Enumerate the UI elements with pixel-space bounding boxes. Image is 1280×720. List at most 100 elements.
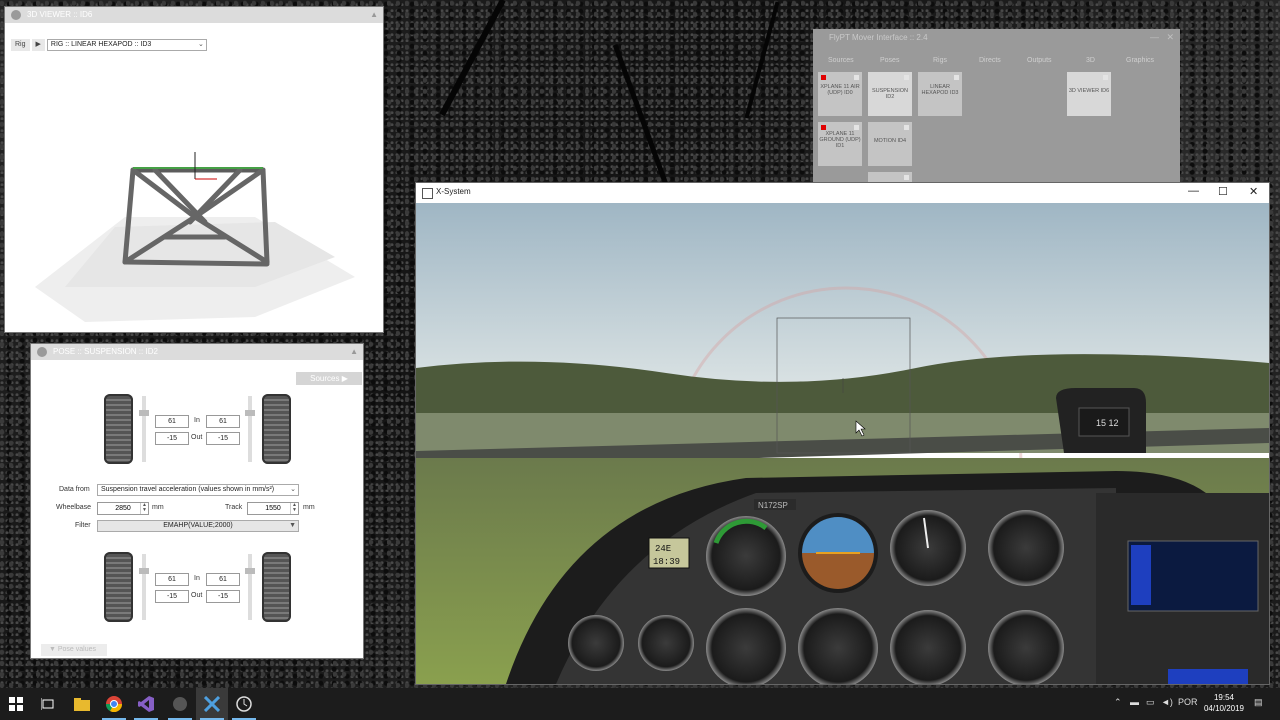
tile-3d-viewer[interactable]: 3D VIEWER ID6	[1067, 72, 1111, 116]
language-indicator[interactable]: POR	[1178, 697, 1198, 707]
viewer-title: 3D VIEWER :: ID6	[27, 10, 93, 19]
tab-poses[interactable]: Poses	[880, 57, 899, 64]
task-view-button[interactable]	[32, 688, 64, 720]
tile-toggle[interactable]	[904, 175, 909, 180]
front-right-slider[interactable]	[245, 396, 255, 462]
taskbar-clock-app[interactable]	[228, 688, 260, 720]
battery-icon[interactable]: ▬	[1130, 697, 1139, 707]
filter-label: Filter	[75, 522, 91, 529]
sources-button[interactable]: Sources ▶	[296, 372, 362, 385]
compass-reading: 15 12	[1096, 418, 1119, 428]
minimize-button[interactable]: —	[1188, 185, 1199, 197]
xsystem-title-bar[interactable]: X-System — ☐ ✕	[416, 183, 1269, 203]
tab-graphics[interactable]: Graphics	[1126, 57, 1154, 64]
track-unit: mm	[303, 504, 315, 511]
tab-directs[interactable]: Directs	[979, 57, 1001, 64]
wheelbase-input[interactable]: 2850 ▲ ▼	[97, 502, 149, 515]
viewer-title-bar[interactable]: 3D VIEWER :: ID6 ▲	[5, 7, 383, 23]
collapse-icon[interactable]: ▲	[370, 7, 378, 23]
tile-toggle[interactable]	[904, 75, 909, 80]
data-from-select[interactable]: Suspension travel acceleration (values s…	[97, 484, 299, 496]
chevron-down-icon: ⌄	[198, 41, 204, 48]
window-controls[interactable]: — ✕	[1150, 32, 1174, 43]
in-left-field[interactable]: 61	[155, 415, 189, 428]
flight-sim-view[interactable]: 15 12 N172SP 24E 18:39	[416, 203, 1269, 684]
rig-arrow-icon[interactable]: ▶	[31, 39, 45, 51]
slider-knob[interactable]	[245, 568, 255, 574]
notification-icon[interactable]: ▤	[1254, 697, 1263, 708]
spinner-arrows-icon[interactable]: ▲ ▼	[290, 503, 298, 514]
track-input[interactable]: 1550 ▲ ▼	[247, 502, 299, 515]
tile-label: XPLANE 11 GROUND (UDP) ID1	[819, 131, 861, 149]
rig-select[interactable]: RIG :: LINEAR HEXAPOD :: ID3 ⌄	[46, 39, 207, 51]
tile-toggle[interactable]	[854, 75, 859, 80]
front-right-tire	[262, 394, 291, 464]
tile-toggle[interactable]	[954, 75, 959, 80]
network-icon[interactable]: ▭	[1146, 697, 1155, 708]
tile-suspension[interactable]: SUSPENSION ID2	[868, 72, 912, 116]
pose-title-bar[interactable]: POSE :: SUSPENSION :: ID2 ▲	[31, 344, 363, 360]
rear-left-tire	[104, 552, 133, 622]
maximize-button[interactable]: ☐	[1218, 185, 1228, 198]
taskbar-flypt-mover[interactable]	[164, 688, 196, 720]
wheelbase-label: Wheelbase	[56, 504, 92, 511]
in-right-field[interactable]: 61	[206, 573, 240, 586]
clock-time: 19:54	[1213, 693, 1234, 702]
out-right-field[interactable]: -15	[206, 432, 240, 445]
in-right-field[interactable]: 61	[206, 415, 240, 428]
tile-xplane-air[interactable]: XPLANE 11 AIR (UDP) ID0	[818, 72, 862, 116]
tile-linear-hexapod[interactable]: LINEAR HEXAPOD ID3	[918, 72, 962, 116]
asphalt-crack	[439, 0, 506, 117]
close-button[interactable]: ✕	[1249, 185, 1258, 198]
flypt-icon	[173, 697, 187, 711]
tile-label: 3D VIEWER ID6	[1068, 88, 1110, 94]
x-system-icon	[204, 696, 220, 712]
tile-motion[interactable]: MOTION ID4	[868, 122, 912, 166]
clock-icon	[236, 696, 252, 712]
rear-left-slider[interactable]	[139, 554, 149, 620]
pose-values-button[interactable]: ▼ Pose values	[41, 644, 107, 656]
airspeed-gauge	[706, 516, 786, 596]
asphalt-crack	[612, 43, 673, 197]
rear-right-slider[interactable]	[245, 554, 255, 620]
in-label: In	[194, 575, 200, 582]
out-right-field[interactable]: -15	[206, 590, 240, 603]
hexapod-3d-view[interactable]	[5, 57, 383, 327]
slider-knob[interactable]	[139, 568, 149, 574]
taskbar-visual-studio[interactable]	[130, 688, 162, 720]
tile-toggle[interactable]	[854, 125, 859, 130]
taskbar-chrome[interactable]	[98, 688, 130, 720]
wheelbase-value: 2850	[115, 505, 131, 512]
front-left-slider[interactable]	[139, 396, 149, 462]
rear-right-tire	[262, 552, 291, 622]
tab-sources[interactable]: Sources	[828, 57, 854, 64]
filter-select[interactable]: EMAHP(VALUE;2000) ▼	[97, 520, 299, 532]
tab-outputs[interactable]: Outputs	[1027, 57, 1052, 64]
rig-tag: Rig	[11, 39, 30, 51]
spinner-arrows-icon[interactable]: ▲ ▼	[140, 503, 148, 514]
wheelbase-unit: mm	[152, 504, 164, 511]
slider-knob[interactable]	[245, 410, 255, 416]
slider-knob[interactable]	[139, 410, 149, 416]
tile-xplane-ground[interactable]: XPLANE 11 GROUND (UDP) ID1	[818, 122, 862, 166]
chevron-up-icon[interactable]: ⌃	[1114, 697, 1122, 708]
vsi-gauge	[890, 610, 966, 684]
collapse-icon[interactable]: ▲	[350, 344, 358, 360]
tile-toggle[interactable]	[904, 125, 909, 130]
volume-icon[interactable]: ◄)	[1161, 697, 1173, 707]
tile-label: LINEAR HEXAPOD ID3	[921, 84, 959, 96]
taskbar-clock[interactable]: 19:54 04/10/2019	[1204, 692, 1244, 714]
tab-3d[interactable]: 3D	[1086, 57, 1095, 64]
out-left-field[interactable]: -15	[155, 432, 189, 445]
tab-rigs[interactable]: Rigs	[933, 57, 947, 64]
start-button[interactable]	[0, 688, 32, 720]
taskbar-file-explorer[interactable]	[66, 688, 98, 720]
taskbar: ⌃ ▬ ▭ ◄) POR 19:54 04/10/2019 ▤	[0, 688, 1280, 720]
cockpit-scene: 15 12 N172SP 24E 18:39	[416, 203, 1269, 684]
tile-toggle[interactable]	[1103, 75, 1108, 80]
clock-bottom: 18:39	[653, 557, 680, 567]
out-left-field[interactable]: -15	[155, 590, 189, 603]
taskbar-xsystem[interactable]	[196, 688, 228, 720]
in-label: In	[194, 417, 200, 424]
in-left-field[interactable]: 61	[155, 573, 189, 586]
